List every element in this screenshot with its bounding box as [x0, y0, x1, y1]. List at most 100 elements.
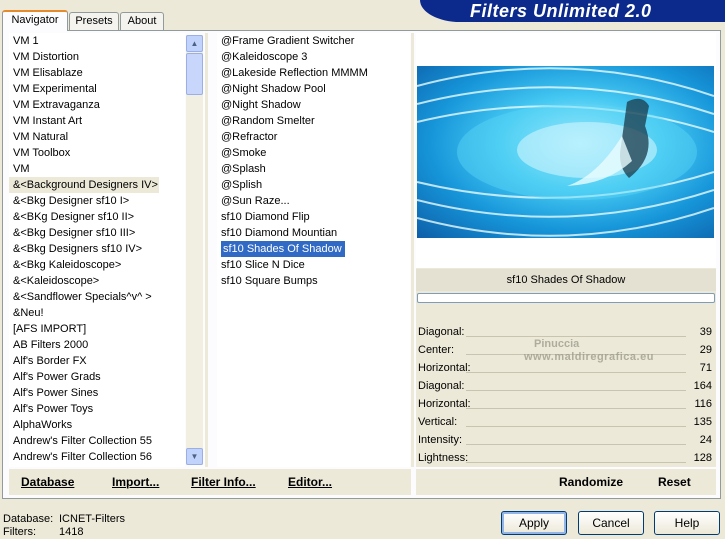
- parameter-value: 135: [693, 416, 712, 428]
- filter-item-label: @Random Smelter: [221, 115, 315, 127]
- editor-button[interactable]: Editor...: [288, 474, 332, 490]
- parameter-label: Lightness:: [418, 452, 469, 464]
- filter-item[interactable]: @Refractor: [217, 129, 410, 145]
- scroll-down-button[interactable]: ▼: [186, 448, 203, 465]
- filter-item-label: @Night Shadow: [221, 99, 301, 111]
- filters-count: 1418: [59, 526, 84, 538]
- category-item[interactable]: &<Bkg Designers sf10 IV>: [9, 241, 185, 257]
- filter-item[interactable]: @Random Smelter: [217, 113, 410, 129]
- parameter-row[interactable]: Vertical: 135: [416, 413, 716, 431]
- category-item[interactable]: VM Elisablaze: [9, 65, 185, 81]
- apply-button[interactable]: Apply: [501, 511, 567, 535]
- parameter-label: Vertical:: [418, 416, 458, 428]
- filter-item[interactable]: @Night Shadow: [217, 97, 410, 113]
- app-title: Filters Unlimited 2.0: [470, 1, 652, 21]
- category-item[interactable]: VM Distortion: [9, 49, 185, 65]
- category-item[interactable]: VM Extravaganza: [9, 97, 185, 113]
- app-title-banner: Filters Unlimited 2.0: [420, 0, 725, 22]
- filter-item-label: @Night Shadow Pool: [221, 83, 326, 95]
- filter-item[interactable]: sf10 Diamond Mountian: [217, 225, 410, 241]
- category-item[interactable]: Alf's Power Toys: [9, 401, 185, 417]
- cancel-button[interactable]: Cancel: [578, 511, 644, 535]
- filter-item[interactable]: sf10 Shades Of Shadow: [217, 241, 410, 257]
- import-button[interactable]: Import...: [112, 474, 159, 490]
- parameter-row[interactable]: Horizontal: 116: [416, 395, 716, 413]
- parameter-slider-track[interactable]: [466, 372, 686, 373]
- filter-item[interactable]: @Smoke: [217, 145, 410, 161]
- category-item[interactable]: VM Instant Art: [9, 113, 185, 129]
- filter-item[interactable]: sf10 Slice N Dice: [217, 257, 410, 273]
- database-button[interactable]: Database: [21, 474, 74, 490]
- parameter-label: Diagonal:: [418, 326, 465, 338]
- preview-artwork: [417, 67, 714, 237]
- database-value: ICNET-Filters: [59, 513, 125, 525]
- parameter-row[interactable]: Intensity: 24: [416, 431, 716, 449]
- category-item[interactable]: &<BKg Designer sf10 II>: [9, 209, 185, 225]
- filter-item[interactable]: @Night Shadow Pool: [217, 81, 410, 97]
- filter-item[interactable]: @Frame Gradient Switcher: [217, 33, 410, 49]
- parameter-slider-track[interactable]: [466, 444, 686, 445]
- parameter-slider-track[interactable]: [466, 426, 686, 427]
- category-item[interactable]: VM 1: [9, 33, 185, 49]
- category-item[interactable]: Alf's Power Sines: [9, 385, 185, 401]
- scroll-thumb[interactable]: [186, 53, 203, 95]
- category-item[interactable]: &<Bkg Designer sf10 III>: [9, 225, 185, 241]
- progress-bar: [417, 293, 715, 303]
- filter-item[interactable]: @Splish: [217, 177, 410, 193]
- category-item[interactable]: Alf's Border FX: [9, 353, 185, 369]
- column-divider: [205, 33, 208, 467]
- filter-item[interactable]: @Lakeside Reflection MMMM: [217, 65, 410, 81]
- parameter-value: 71: [699, 362, 712, 374]
- parameter-slider-track[interactable]: [466, 462, 686, 463]
- tab-about[interactable]: About: [120, 12, 164, 30]
- parameter-row[interactable]: Lightness: 128: [416, 449, 716, 467]
- filter-list[interactable]: @Frame Gradient Switcher @Kaleidoscope 3 @…: [217, 33, 410, 467]
- filter-item-label: sf10 Diamond Flip: [221, 211, 310, 223]
- filter-item[interactable]: @Splash: [217, 161, 410, 177]
- category-item[interactable]: VM Toolbox: [9, 145, 185, 161]
- help-button[interactable]: Help: [654, 511, 720, 535]
- filter-item[interactable]: @Sun Raze...: [217, 193, 410, 209]
- parameter-slider-track[interactable]: [466, 408, 686, 409]
- filter-info-button[interactable]: Filter Info...: [191, 474, 256, 490]
- category-item[interactable]: VM: [9, 161, 185, 177]
- parameter-value: 164: [693, 380, 712, 392]
- category-item[interactable]: AB Filters 2000: [9, 337, 185, 353]
- randomize-button[interactable]: Randomize: [559, 474, 623, 490]
- category-item[interactable]: [AFS IMPORT]: [9, 321, 185, 337]
- preview-action-bar: Randomize Reset: [416, 469, 716, 495]
- category-item[interactable]: VM Natural: [9, 129, 185, 145]
- parameter-value: 39: [699, 326, 712, 338]
- parameter-label: Center:: [418, 344, 455, 356]
- category-item[interactable]: &<Bkg Kaleidoscope>: [9, 257, 185, 273]
- parameter-label: Horizontal:: [418, 362, 471, 374]
- filter-item-label: @Lakeside Reflection MMMM: [221, 67, 368, 79]
- category-item[interactable]: &<Background Designers IV>: [9, 177, 159, 193]
- parameter-row[interactable]: Diagonal: 164: [416, 377, 716, 395]
- category-item[interactable]: &<Kaleidoscope>: [9, 273, 185, 289]
- category-item[interactable]: Andrew's Filter Collection 55: [9, 433, 185, 449]
- filter-item[interactable]: @Kaleidoscope 3: [217, 49, 410, 65]
- reset-button[interactable]: Reset: [658, 474, 691, 490]
- tab-presets[interactable]: Presets: [69, 12, 119, 30]
- filter-item-label: @Splish: [221, 179, 263, 191]
- category-list[interactable]: VM 1 VM Distortion VM Elisablaze VM Experim…: [9, 33, 185, 467]
- parameter-slider-track[interactable]: [466, 336, 686, 337]
- filter-item[interactable]: sf10 Square Bumps: [217, 273, 410, 289]
- category-item[interactable]: &Neu!: [9, 305, 185, 321]
- category-item[interactable]: Alf's Power Grads: [9, 369, 185, 385]
- filter-item-label: @Refractor: [221, 131, 278, 143]
- scroll-up-button[interactable]: ▲: [186, 35, 203, 52]
- filter-item[interactable]: sf10 Diamond Flip: [217, 209, 410, 225]
- category-item[interactable]: &<Sandflower Specials^v^ >: [9, 289, 185, 305]
- category-item[interactable]: AlphaWorks: [9, 417, 185, 433]
- category-item[interactable]: Andrew's Filter Collection 56: [9, 449, 185, 465]
- filter-item-label: sf10 Square Bumps: [221, 275, 318, 287]
- filter-item-label: sf10 Shades Of Shadow: [221, 241, 345, 257]
- category-item[interactable]: &<Bkg Designer sf10 I>: [9, 193, 185, 209]
- category-scrollbar[interactable]: ▲ ▼: [186, 35, 203, 465]
- parameter-slider-track[interactable]: [466, 390, 686, 391]
- tab-navigator[interactable]: Navigator: [2, 10, 68, 31]
- parameter-label: Horizontal:: [418, 398, 471, 410]
- category-item[interactable]: VM Experimental: [9, 81, 185, 97]
